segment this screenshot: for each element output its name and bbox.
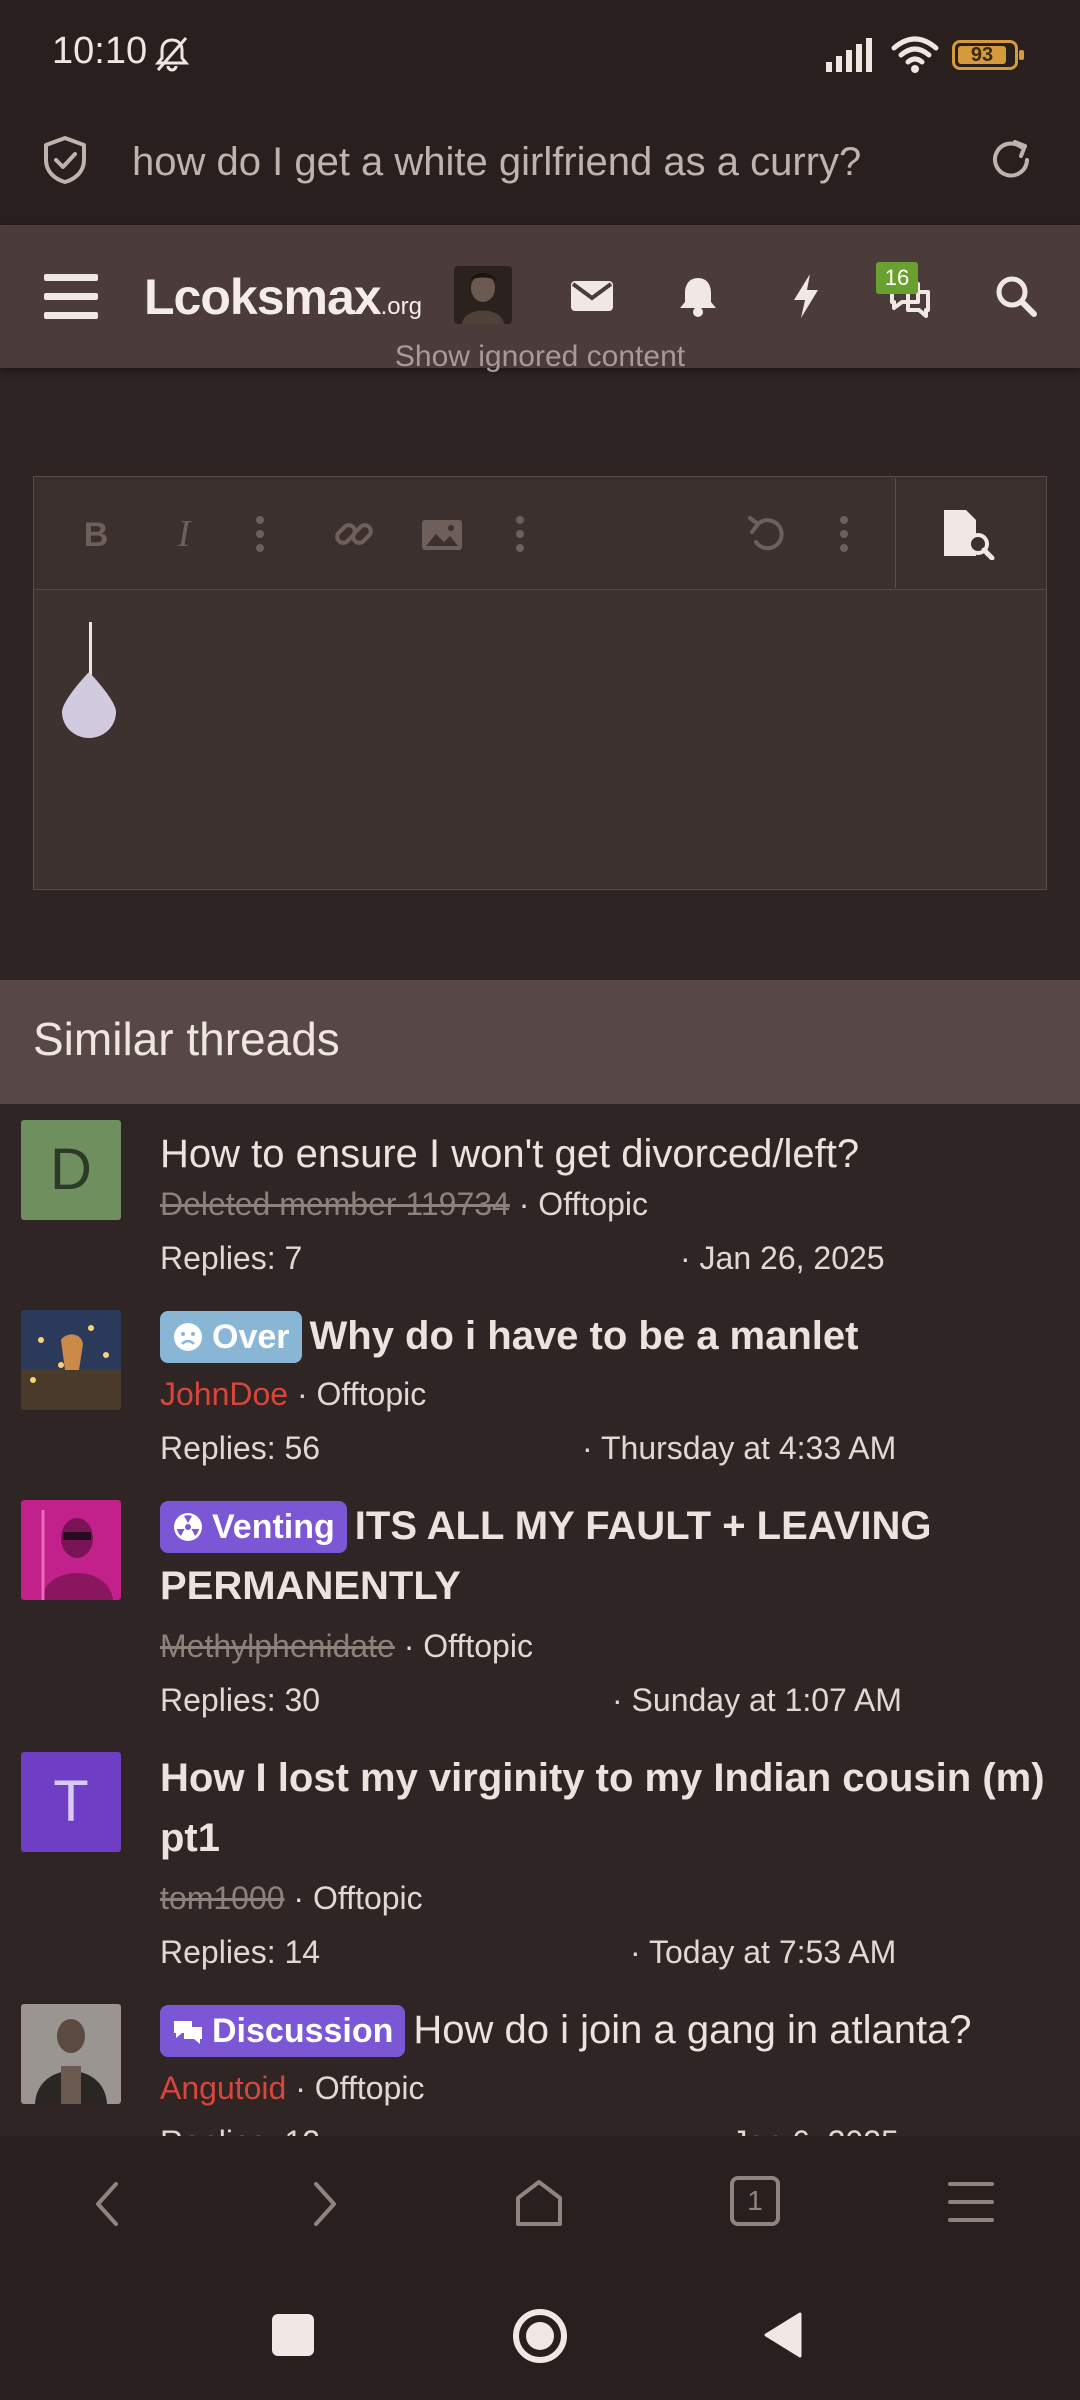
home-icon[interactable] xyxy=(512,2176,566,2230)
reload-icon[interactable] xyxy=(985,134,1037,186)
mail-icon[interactable] xyxy=(566,270,618,322)
svg-text:I: I xyxy=(177,513,193,555)
clock: 10:10 xyxy=(52,30,148,72)
thread-title[interactable]: How I lost my virginity to my Indian cou… xyxy=(160,1748,1060,1868)
thread-replies: Replies: 7 xyxy=(160,1240,303,1276)
text-cursor xyxy=(89,622,92,678)
bold-icon[interactable]: B xyxy=(72,510,120,558)
thread-meta: Methylphenidate · Offtopic xyxy=(160,1628,533,1664)
battery-indicator: 93 xyxy=(952,40,1024,70)
avatar[interactable]: D xyxy=(21,1120,121,1220)
thread-replies: Replies: 14 xyxy=(160,1934,321,1970)
radiation-icon xyxy=(174,1513,202,1541)
italic-icon[interactable]: I xyxy=(160,510,208,558)
thread-forum[interactable]: Offtopic xyxy=(313,1880,423,1916)
prefix-over[interactable]: Over xyxy=(160,1311,302,1363)
tabs-button[interactable]: 1 xyxy=(730,2176,780,2226)
shield-check-icon[interactable] xyxy=(40,134,90,186)
cursor-handle-icon[interactable] xyxy=(62,672,116,738)
back-triangle-icon[interactable] xyxy=(760,2310,806,2360)
link-icon[interactable] xyxy=(330,510,378,558)
site-logo[interactable]: Lcoksmax.org xyxy=(144,268,422,326)
section-title: Similar threads xyxy=(33,1013,340,1065)
show-ignored-link[interactable]: Show ignored content xyxy=(0,340,1080,374)
user-avatar[interactable] xyxy=(454,266,512,324)
thread-title[interactable]: Venting ITS ALL MY FAULT + LEAVING PERMAN… xyxy=(160,1496,1060,1616)
avatar[interactable] xyxy=(21,1310,121,1410)
menu-icon[interactable] xyxy=(44,274,98,320)
bell-off-icon xyxy=(154,37,190,72)
notification-badge: 16 xyxy=(876,262,918,294)
prefix-discussion[interactable]: Discussion xyxy=(160,2005,406,2057)
prefix-venting[interactable]: Venting xyxy=(160,1501,347,1553)
more-vertical-icon[interactable] xyxy=(820,510,868,558)
home-circle-icon[interactable] xyxy=(510,2306,570,2366)
browser-nav-bar: 1 xyxy=(0,2136,1080,2266)
signal-icon xyxy=(826,38,872,72)
recents-icon[interactable] xyxy=(272,2314,314,2356)
toolbar-divider xyxy=(895,478,896,588)
thread-meta: tom1000 · Offtopic xyxy=(160,1880,423,1916)
search-icon[interactable] xyxy=(990,270,1042,322)
lightning-icon[interactable] xyxy=(780,270,832,322)
thread-author[interactable]: Deleted member 119734 xyxy=(160,1186,510,1222)
avatar[interactable]: T xyxy=(21,1752,121,1852)
more-vertical-icon[interactable] xyxy=(236,510,284,558)
avatar[interactable] xyxy=(21,1500,121,1600)
thread-forum[interactable]: Offtopic xyxy=(538,1186,648,1222)
thread-author[interactable]: tom1000 xyxy=(160,1880,285,1916)
thread-date: · Thursday at 4:33 AM xyxy=(582,1430,897,1466)
svg-text:B: B xyxy=(84,516,109,554)
thread-author[interactable]: Angutoid xyxy=(160,2070,286,2106)
sad-face-icon xyxy=(174,1323,202,1351)
thread-title[interactable]: Discussion How do i join a gang in atlant… xyxy=(160,2000,1060,2060)
logo-main: Lcoksmax xyxy=(144,269,382,325)
thread-replies: Replies: 12 xyxy=(160,2124,320,2136)
thread-date: · Jan 26, 2025 xyxy=(680,1240,885,1276)
system-nav-bar xyxy=(0,2266,1080,2400)
wifi-icon xyxy=(891,36,939,73)
thread-author[interactable]: JohnDoe xyxy=(160,1376,288,1412)
thread-meta: JohnDoe · Offtopic xyxy=(160,1376,427,1412)
battery-level: 93 xyxy=(970,44,994,66)
thread-date: · Sunday at 1:07 AM xyxy=(612,1682,902,1718)
image-icon[interactable] xyxy=(418,510,466,558)
thread-replies: Replies: 56 xyxy=(160,1430,321,1466)
undo-icon[interactable] xyxy=(744,510,792,558)
forward-icon[interactable] xyxy=(304,2178,344,2230)
url-input[interactable]: how do I get a white girlfriend as a cur… xyxy=(132,134,932,190)
thread-date: · Jan 6, 2025 xyxy=(712,2124,899,2136)
thread-title[interactable]: How to ensure I won't get divorced/left? xyxy=(160,1124,1060,1184)
thread-meta: Deleted member 119734 · Offtopic xyxy=(160,1186,648,1222)
bell-icon[interactable] xyxy=(672,270,724,322)
back-icon[interactable] xyxy=(88,2178,128,2230)
thread-forum[interactable]: Offtopic xyxy=(423,1628,533,1664)
preview-icon[interactable] xyxy=(940,508,998,560)
editor-text-area[interactable] xyxy=(34,590,1046,888)
thread-date: · Today at 7:53 AM xyxy=(630,1934,897,1970)
logo-suffix: .org xyxy=(380,293,422,320)
thread-title[interactable]: Over Why do i have to be a manlet xyxy=(160,1306,1060,1366)
similar-threads-list: D How to ensure I won't get divorced/lef… xyxy=(0,1104,1080,2136)
comments-icon xyxy=(174,2021,202,2044)
thread-forum[interactable]: Offtopic xyxy=(315,2070,425,2106)
thread-meta: Angutoid · Offtopic xyxy=(160,2070,425,2106)
thread-forum[interactable]: Offtopic xyxy=(317,1376,427,1412)
thread-replies: Replies: 30 xyxy=(160,1682,321,1718)
avatar[interactable] xyxy=(21,2004,121,2104)
thread-author[interactable]: Methylphenidate xyxy=(160,1628,395,1664)
more-vertical-icon[interactable] xyxy=(496,510,544,558)
url-fade xyxy=(870,134,940,190)
menu-lines-icon[interactable] xyxy=(946,2180,996,2224)
